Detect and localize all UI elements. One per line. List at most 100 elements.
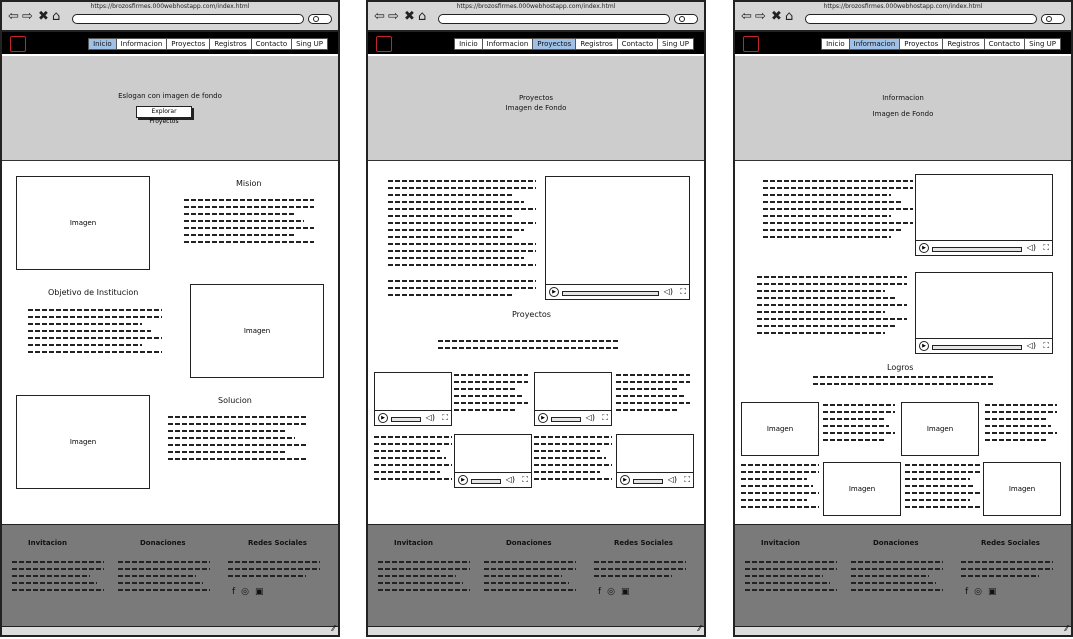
fullscreen-icon[interactable]: ⛶ — [1043, 243, 1049, 252]
search-input[interactable] — [308, 14, 332, 24]
video-progress-bar[interactable] — [932, 345, 1022, 350]
hero-slogan: Eslogan con imagen de fondo — [118, 92, 222, 100]
explore-projects-button[interactable]: Explorar Proyectos — [136, 106, 192, 125]
navbar: Inicio Informacion Proyectos Registros C… — [368, 32, 704, 54]
play-icon[interactable]: ▶ — [620, 475, 630, 485]
forward-arrow-icon[interactable]: ⇨ — [755, 10, 766, 23]
forward-arrow-icon[interactable]: ⇨ — [388, 10, 399, 23]
volume-icon[interactable]: ◁) — [506, 475, 515, 484]
volume-icon[interactable]: ◁) — [1027, 243, 1036, 252]
play-icon[interactable]: ▶ — [919, 341, 929, 351]
video-progress-bar[interactable] — [932, 247, 1022, 252]
project-text — [616, 374, 690, 416]
nav-item-proyectos[interactable]: Proyectos — [167, 38, 211, 50]
nav-item-registros[interactable]: Registros — [210, 38, 252, 50]
fullscreen-icon[interactable]: ⛶ — [442, 413, 448, 422]
footer-invitacion-title: Invitacion — [761, 539, 800, 547]
back-arrow-icon[interactable]: ⇦ — [8, 10, 19, 23]
instagram-icon[interactable]: ◎ — [974, 587, 982, 597]
close-icon[interactable]: ✖ — [38, 10, 49, 23]
video-player[interactable]: ▶ ◁) ⛶ — [915, 272, 1053, 354]
facebook-icon[interactable]: f — [232, 587, 235, 597]
footer-donaciones-title: Donaciones — [873, 539, 919, 547]
home-icon[interactable]: ⌂ — [52, 10, 60, 23]
footer-donaciones-title: Donaciones — [506, 539, 552, 547]
resize-grip-icon[interactable]: ⁄⁄ — [1065, 624, 1068, 633]
video-progress-bar[interactable] — [562, 291, 659, 296]
fullscreen-icon[interactable]: ⛶ — [602, 413, 608, 422]
back-arrow-icon[interactable]: ⇦ — [741, 10, 752, 23]
image-placeholder: Imagen — [16, 176, 150, 270]
volume-icon[interactable]: ◁) — [1027, 341, 1036, 350]
youtube-icon[interactable]: ▣ — [621, 587, 630, 597]
close-icon[interactable]: ✖ — [404, 10, 415, 23]
youtube-icon[interactable]: ▣ — [255, 587, 264, 597]
video-player[interactable]: ▶ ◁) ⛶ — [374, 372, 452, 426]
facebook-icon[interactable]: f — [965, 587, 968, 597]
video-progress-bar[interactable] — [391, 417, 421, 422]
nav-item-contacto[interactable]: Contacto — [617, 38, 659, 50]
nav-item-informacion[interactable]: Informacion — [849, 38, 901, 50]
hero-title: Proyectos — [518, 94, 554, 102]
play-icon[interactable]: ▶ — [538, 413, 548, 423]
nav-item-contacto[interactable]: Contacto — [984, 38, 1026, 50]
nav-item-proyectos[interactable]: Proyectos — [533, 38, 577, 50]
forward-arrow-icon[interactable]: ⇨ — [22, 10, 33, 23]
home-icon[interactable]: ⌂ — [418, 10, 426, 23]
volume-icon[interactable]: ◁) — [586, 413, 595, 422]
back-arrow-icon[interactable]: ⇦ — [374, 10, 385, 23]
url-bar[interactable] — [438, 14, 670, 24]
nav-item-registros[interactable]: Registros — [576, 38, 618, 50]
nav-item-inicio[interactable]: Inicio — [454, 38, 483, 50]
volume-icon[interactable]: ◁) — [664, 287, 673, 296]
video-player[interactable]: ▶ ◁) ⛶ — [454, 434, 532, 488]
fullscreen-icon[interactable]: ⛶ — [522, 475, 528, 484]
video-player[interactable]: ▶ ◁) ⛶ — [545, 176, 690, 300]
nav-item-proyectos[interactable]: Proyectos — [900, 38, 944, 50]
video-progress-bar[interactable] — [633, 479, 663, 484]
play-icon[interactable]: ▶ — [919, 243, 929, 253]
intro-text — [388, 180, 536, 271]
youtube-icon[interactable]: ▣ — [988, 587, 997, 597]
video-player[interactable]: ▶ ◁) ⛶ — [616, 434, 694, 488]
logo[interactable] — [743, 36, 759, 52]
nav-item-informacion[interactable]: Informacion — [116, 38, 168, 50]
resize-grip-icon[interactable]: ⁄⁄ — [332, 624, 335, 633]
resize-grip-icon[interactable]: ⁄⁄ — [698, 624, 701, 633]
volume-icon[interactable]: ◁) — [668, 475, 677, 484]
play-icon[interactable]: ▶ — [549, 287, 559, 297]
fullscreen-icon[interactable]: ⛶ — [684, 475, 690, 484]
footer-invitacion-title: Invitacion — [28, 539, 67, 547]
video-progress-bar[interactable] — [471, 479, 501, 484]
nav-item-registros[interactable]: Registros — [943, 38, 985, 50]
search-input[interactable] — [674, 14, 698, 24]
video-progress-bar[interactable] — [551, 417, 581, 422]
nav-item-inicio[interactable]: Inicio — [821, 38, 850, 50]
nav-item-singup[interactable]: Sing UP — [1025, 38, 1061, 50]
play-icon[interactable]: ▶ — [458, 475, 468, 485]
instagram-icon[interactable]: ◎ — [241, 587, 249, 597]
video-player[interactable]: ▶ ◁) ⛶ — [915, 174, 1053, 256]
url-bar[interactable] — [72, 14, 304, 24]
volume-icon[interactable]: ◁) — [426, 413, 435, 422]
project-text — [454, 374, 528, 416]
instagram-icon[interactable]: ◎ — [607, 587, 615, 597]
fullscreen-icon[interactable]: ⛶ — [1043, 341, 1049, 350]
url-bar[interactable] — [805, 14, 1037, 24]
nav-item-singup[interactable]: Sing UP — [658, 38, 694, 50]
logo[interactable] — [376, 36, 392, 52]
video-player[interactable]: ▶ ◁) ⛶ — [534, 372, 612, 426]
fullscreen-icon[interactable]: ⛶ — [680, 287, 686, 296]
hero-subtitle: Imagen de Fondo — [872, 110, 934, 118]
close-icon[interactable]: ✖ — [771, 10, 782, 23]
home-icon[interactable]: ⌂ — [785, 10, 793, 23]
facebook-icon[interactable]: f — [598, 587, 601, 597]
play-icon[interactable]: ▶ — [378, 413, 388, 423]
search-input[interactable] — [1041, 14, 1065, 24]
nav-item-contacto[interactable]: Contacto — [251, 38, 293, 50]
logo[interactable] — [10, 36, 26, 52]
image-placeholder: Imagen — [741, 402, 819, 456]
nav-item-singup[interactable]: Sing UP — [292, 38, 328, 50]
nav-item-informacion[interactable]: Informacion — [482, 38, 534, 50]
nav-item-inicio[interactable]: Inicio — [88, 38, 117, 50]
